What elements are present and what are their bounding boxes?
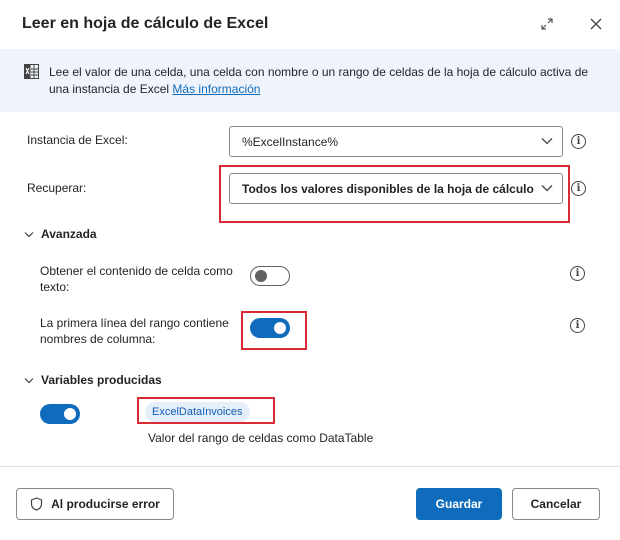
on-error-button[interactable]: Al producirse error bbox=[16, 488, 174, 520]
advanced-heading: Avanzada bbox=[41, 227, 97, 241]
first-line-headers-label: La primera línea del rango contiene nomb… bbox=[40, 316, 229, 346]
more-info-link[interactable]: Más información bbox=[172, 82, 260, 96]
chevron-down-icon bbox=[541, 137, 553, 144]
info-icon[interactable]: i bbox=[571, 134, 586, 149]
on-error-label: Al producirse error bbox=[51, 497, 160, 511]
toggle-knob bbox=[274, 322, 286, 334]
info-icon[interactable]: i bbox=[571, 181, 586, 196]
info-text: Lee el valor de una celda, una celda con… bbox=[49, 64, 604, 98]
cell-as-text-toggle[interactable] bbox=[250, 266, 290, 286]
advanced-section-toggle[interactable]: Avanzada bbox=[24, 227, 97, 241]
close-icon[interactable] bbox=[586, 14, 606, 34]
chevron-down-icon bbox=[24, 231, 34, 237]
shield-icon bbox=[31, 497, 43, 511]
toggle-knob bbox=[64, 408, 76, 420]
save-button[interactable]: Guardar bbox=[416, 488, 502, 520]
dialog-title: Leer en hoja de cálculo de Excel bbox=[22, 15, 269, 32]
variable-name-chip[interactable]: ExcelDataInvoices bbox=[145, 402, 250, 422]
dialog: Leer en hoja de cálculo de Excel Lee el … bbox=[0, 0, 620, 540]
chevron-down-icon bbox=[541, 184, 553, 191]
variables-section-toggle[interactable]: Variables producidas bbox=[24, 373, 162, 387]
retrieve-select[interactable]: Todos los valores disponibles de la hoja… bbox=[229, 173, 563, 204]
variable-enabled-toggle[interactable] bbox=[40, 404, 80, 424]
expand-icon[interactable] bbox=[537, 14, 557, 34]
excel-instance-select[interactable]: %ExcelInstance% bbox=[229, 126, 563, 157]
chevron-down-icon bbox=[24, 377, 34, 383]
info-icon[interactable]: i bbox=[570, 266, 585, 281]
retrieve-value: Todos los valores disponibles de la hoja… bbox=[242, 181, 534, 196]
excel-instance-value: %ExcelInstance% bbox=[242, 134, 339, 149]
cancel-button[interactable]: Cancelar bbox=[512, 488, 600, 520]
cell-as-text-label: Obtener el contenido de celda como texto… bbox=[40, 264, 233, 294]
excel-sheet-icon bbox=[24, 64, 39, 79]
info-banner: Lee el valor de una celda, una celda con… bbox=[0, 49, 620, 112]
first-line-headers-toggle[interactable] bbox=[250, 318, 290, 338]
info-description: Lee el valor de una celda, una celda con… bbox=[49, 65, 589, 96]
retrieve-label: Recuperar: bbox=[27, 181, 87, 195]
info-icon[interactable]: i bbox=[570, 318, 585, 333]
excel-instance-label: Instancia de Excel: bbox=[27, 133, 128, 147]
variables-heading: Variables producidas bbox=[41, 373, 162, 387]
toggle-knob bbox=[255, 270, 267, 282]
footer-divider bbox=[0, 466, 620, 467]
variable-description: Valor del rango de celdas como DataTable bbox=[148, 431, 374, 445]
